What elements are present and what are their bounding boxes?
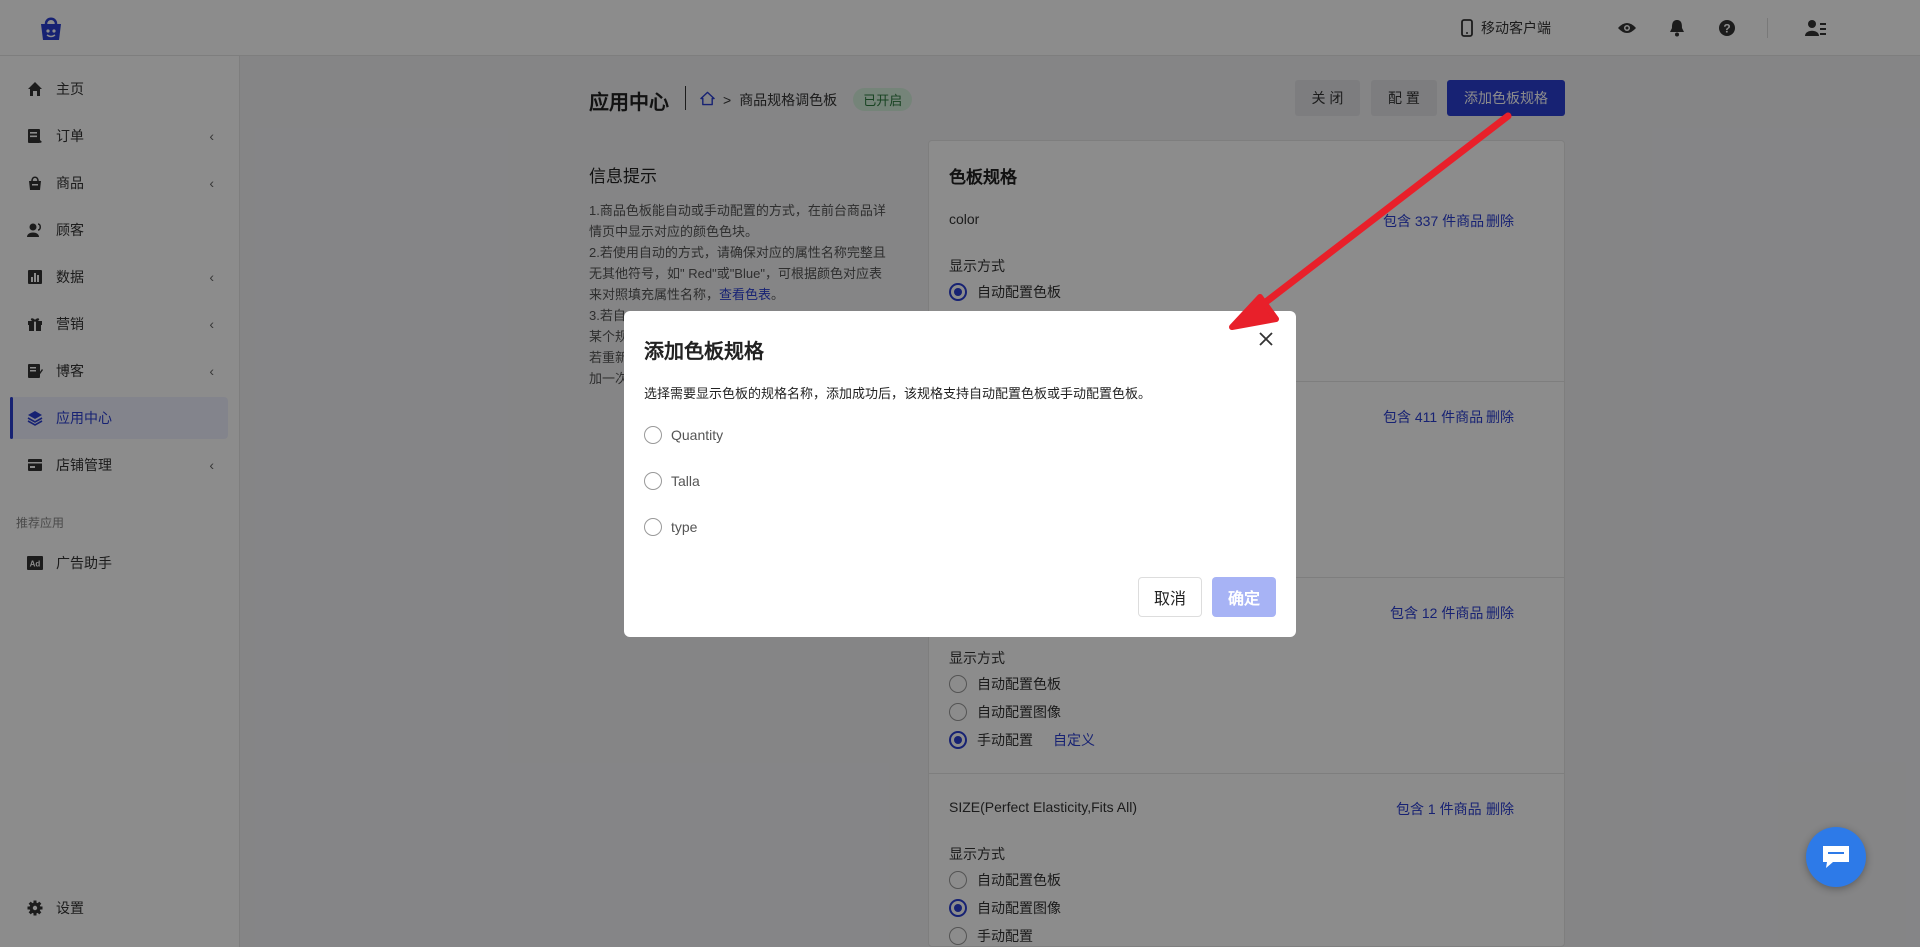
chat-icon: [1823, 846, 1849, 868]
dialog-title: 添加色板规格: [644, 341, 764, 363]
spec-option-talla[interactable]: Talla: [644, 472, 700, 490]
confirm-button[interactable]: 确定: [1212, 577, 1276, 617]
radio-unchecked-icon: [644, 472, 662, 490]
radio-unchecked-icon: [644, 426, 662, 444]
option-label: Talla: [671, 473, 700, 489]
option-label: Quantity: [671, 427, 724, 443]
add-swatch-spec-dialog: 添加色板规格 选择需要显示色板的规格名称，添加成功后，该规格支持自动配置色板或手…: [624, 311, 1296, 637]
spec-option-type[interactable]: type: [644, 518, 697, 536]
dialog-description: 选择需要显示色板的规格名称，添加成功后，该规格支持自动配置色板或手动配置色板。: [644, 386, 1152, 401]
chat-button[interactable]: [1806, 827, 1866, 887]
cancel-button[interactable]: 取消: [1138, 577, 1202, 617]
radio-unchecked-icon: [644, 518, 662, 536]
spec-option-quantity[interactable]: Quantity: [644, 426, 723, 444]
option-label: type: [671, 519, 698, 535]
close-icon[interactable]: [1254, 327, 1278, 351]
